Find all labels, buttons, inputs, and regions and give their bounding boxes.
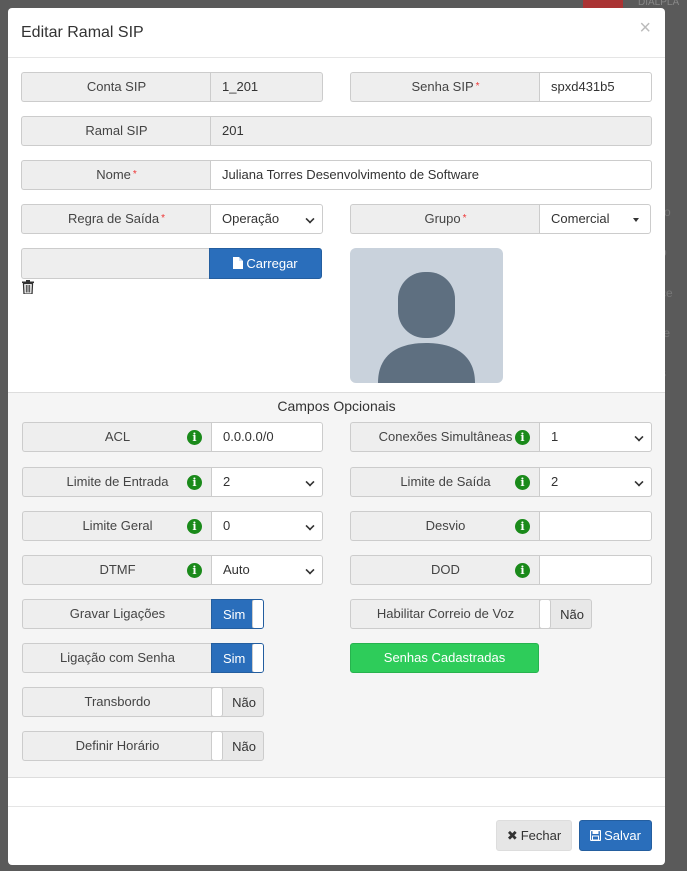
dtmf-select[interactable]: Auto [211, 555, 323, 585]
conexoes-label: Conexões Simultâneas i [350, 422, 540, 452]
info-icon[interactable]: i [515, 519, 530, 534]
nome-label: Nome * [21, 160, 211, 190]
trash-icon[interactable] [22, 280, 34, 297]
close-button[interactable]: ✖ Fechar [496, 820, 572, 851]
correio-voz-label: Habilitar Correio de Voz [350, 599, 540, 629]
desvio-input[interactable] [539, 511, 652, 541]
save-icon [589, 829, 602, 842]
ramal-sip-field: 201 [210, 116, 652, 146]
ligacao-senha-toggle[interactable]: Sim [211, 643, 264, 673]
toggle-knob [252, 644, 263, 672]
ligacao-senha-label: Ligação com Senha [22, 643, 212, 673]
definir-horario-label: Definir Horário [22, 731, 212, 761]
info-icon[interactable]: i [187, 563, 202, 578]
definir-horario-toggle[interactable]: Não [211, 731, 264, 761]
info-icon[interactable]: i [515, 430, 530, 445]
gravar-ligacoes-label: Gravar Ligações [22, 599, 212, 629]
info-icon[interactable]: i [515, 475, 530, 490]
chevron-down-icon [305, 214, 315, 224]
conexoes-select[interactable]: 1 [539, 422, 652, 452]
limite-entrada-label: Limite de Entrada i [22, 467, 212, 497]
backdrop-sip-tab [583, 0, 623, 8]
ramal-sip-label: Ramal SIP [21, 116, 211, 146]
toggle-knob [212, 688, 223, 716]
transbordo-label: Transbordo [22, 687, 212, 717]
regra-saida-select[interactable]: Operação [210, 204, 323, 234]
senha-sip-label: Senha SIP * [350, 72, 540, 102]
limite-entrada-select[interactable]: 2 [211, 467, 323, 497]
edit-sip-extension-modal: Editar Ramal SIP × Conta SIP 1_201 Senha… [8, 8, 665, 865]
caret-down-icon [633, 218, 639, 222]
upload-button[interactable]: Carregar [209, 248, 322, 279]
correio-voz-toggle[interactable]: Não [539, 599, 592, 629]
modal-header: Editar Ramal SIP × [8, 8, 665, 58]
chevron-down-icon [305, 565, 315, 575]
senhas-cadastradas-button[interactable]: Senhas Cadastradas [350, 643, 539, 673]
limite-saida-select[interactable]: 2 [539, 467, 652, 497]
senha-sip-input[interactable]: spxd431b5 [539, 72, 652, 102]
toggle-knob [252, 600, 263, 628]
limite-saida-label: Limite de Saída i [350, 467, 540, 497]
close-icon[interactable]: × [639, 18, 651, 38]
modal-title: Editar Ramal SIP [21, 24, 144, 41]
chevron-down-icon [634, 432, 644, 442]
backdrop-dialplan-tab: DIALPLA [638, 0, 680, 8]
transbordo-toggle[interactable]: Não [211, 687, 264, 717]
user-silhouette-icon [378, 272, 475, 383]
times-icon: ✖ [506, 828, 518, 843]
grupo-label: Grupo * [350, 204, 540, 234]
dtmf-label: DTMF i [22, 555, 212, 585]
footer-divider [8, 806, 665, 807]
optional-fields-title: Campos Opcionais [277, 398, 396, 414]
avatar [350, 248, 503, 383]
acl-input[interactable]: 0.0.0.0/0 [211, 422, 323, 452]
toggle-knob [212, 732, 223, 760]
chevron-down-icon [634, 477, 644, 487]
conta-sip-label: Conta SIP [21, 72, 211, 102]
info-icon[interactable]: i [187, 519, 202, 534]
grupo-select[interactable]: Comercial [539, 204, 651, 234]
file-name-field [21, 248, 210, 279]
dod-label: DOD i [350, 555, 540, 585]
toggle-knob [540, 600, 551, 628]
info-icon[interactable]: i [187, 475, 202, 490]
limite-geral-label: Limite Geral i [22, 511, 212, 541]
acl-label: ACL i [22, 422, 212, 452]
dod-input[interactable] [539, 555, 652, 585]
info-icon[interactable]: i [187, 430, 202, 445]
regra-saida-label: Regra de Saída * [21, 204, 211, 234]
nome-input[interactable]: Juliana Torres Desenvolvimento de Softwa… [210, 160, 652, 190]
info-icon[interactable]: i [515, 563, 530, 578]
desvio-label: Desvio i [350, 511, 540, 541]
file-icon [233, 257, 244, 269]
conta-sip-field: 1_201 [210, 72, 323, 102]
save-button[interactable]: Salvar [579, 820, 652, 851]
limite-geral-select[interactable]: 0 [211, 511, 323, 541]
gravar-ligacoes-toggle[interactable]: Sim [211, 599, 264, 629]
chevron-down-icon [305, 521, 315, 531]
chevron-down-icon [305, 477, 315, 487]
